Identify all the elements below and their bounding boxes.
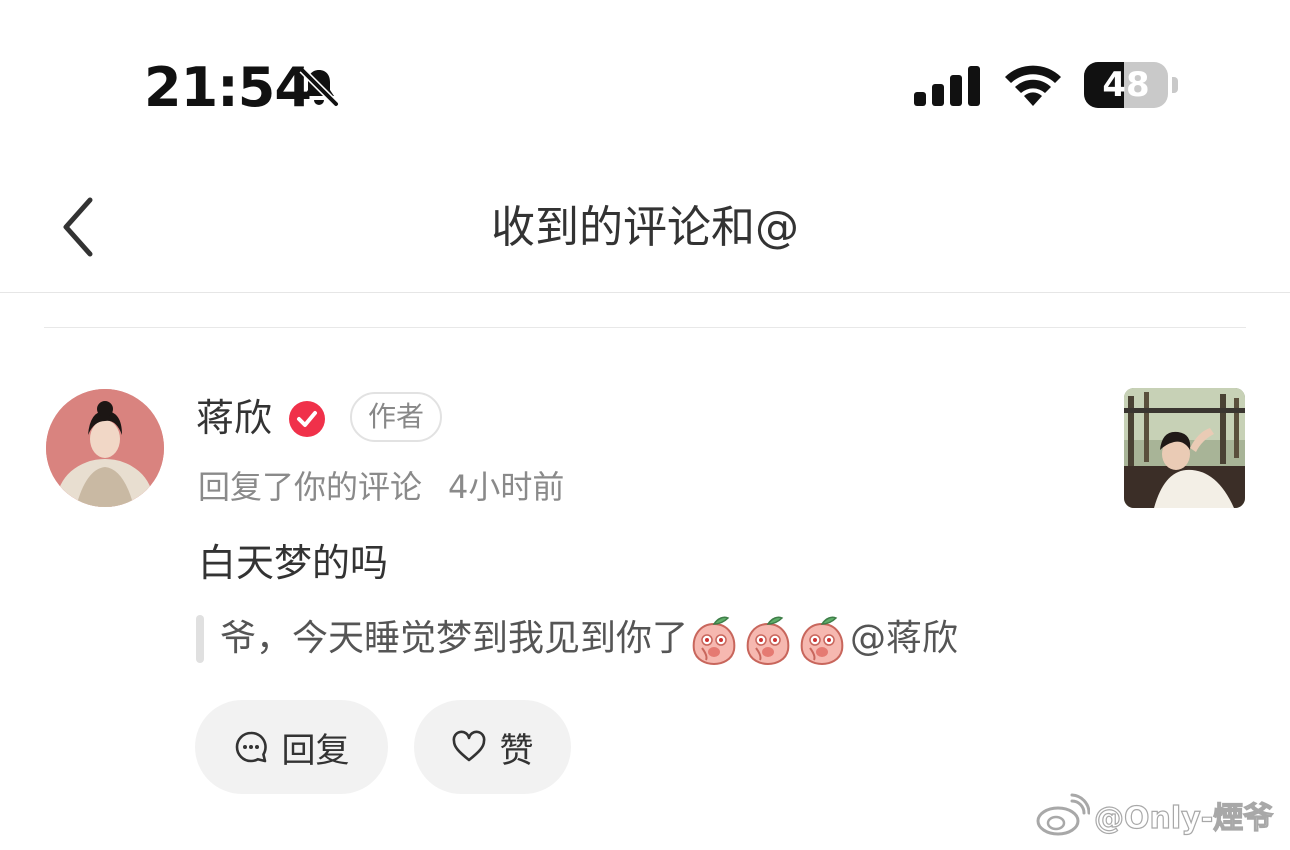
peach-emoji-icon [746,616,790,666]
reply-text: 白天梦的吗 [198,541,389,585]
battery-icon: 48 [1084,62,1180,108]
peach-emoji-icon [800,616,844,666]
status-time: 21:54 [144,56,312,119]
nav-header: 收到的评论和@ [0,170,1290,293]
reply-button-label: 回复 [281,730,350,771]
watermark: @Only-煙爷 [1034,790,1274,840]
author-name[interactable]: 蒋欣 [196,392,272,444]
like-button[interactable]: 赞 [414,700,571,794]
comment-meta: 回复了你的评论 4小时前 [198,464,564,510]
cellular-signal-icon [914,66,980,106]
verified-check-icon [289,401,325,437]
heart-icon [452,730,485,762]
page-title: 收到的评论和@ [491,202,799,253]
quote-bar [196,615,204,663]
like-button-label: 赞 [499,730,534,771]
quoted-text: 爷，今天睡觉梦到我见到你了 [220,618,689,659]
peach-emoji-icon [692,616,736,666]
comment-time: 4小时前 [448,468,565,506]
reply-button[interactable]: 回复 [195,700,388,794]
weibo-logo-icon [1036,793,1090,836]
section-divider [44,327,1246,328]
comment-action: 回复了你的评论 [198,468,423,506]
battery-level: 48 [1102,65,1150,105]
avatar[interactable] [46,389,164,507]
status-bar: 21:54 48 [0,0,1290,170]
wifi-icon [1005,65,1061,106]
chat-bubble-icon [235,731,267,763]
quoted-mention[interactable]: @蒋欣 [850,612,958,666]
note-thumbnail[interactable] [1124,388,1245,508]
watermark-text: @Only-煙爷 [1093,800,1274,836]
emoji-group [688,612,850,666]
quoted-comment[interactable]: 爷，今天睡觉梦到我见到你了 @蒋欣 [220,612,958,666]
author-tag-badge: 作者 [350,392,442,442]
bell-slash-icon [299,67,339,107]
